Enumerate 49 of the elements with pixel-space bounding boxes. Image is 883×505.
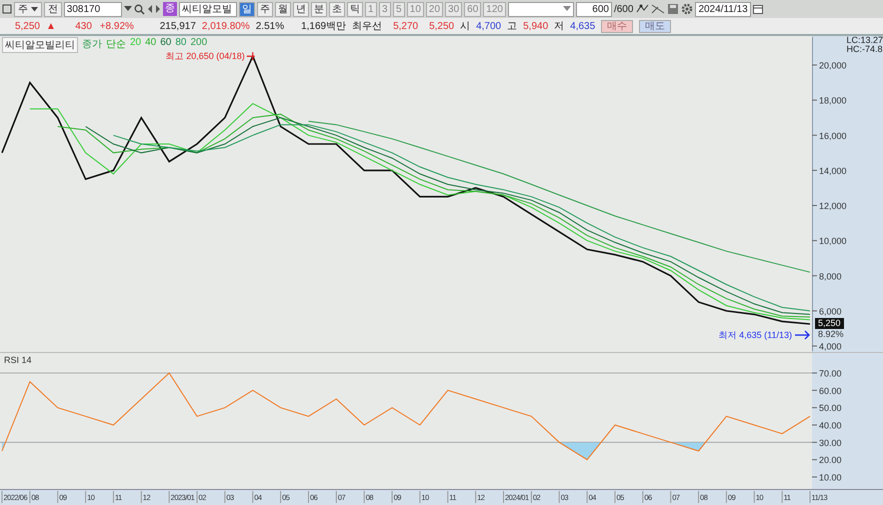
axis-label: 20.00: [819, 455, 842, 466]
percent-tag: 8.92%: [818, 329, 844, 340]
axis-label: 16,000: [819, 130, 847, 141]
axis-label: 18,000: [819, 96, 847, 106]
axis-label: 4,000: [819, 342, 842, 352]
legend-stock-name: 씨티알모빌리티: [2, 37, 78, 53]
price-tag: 5,250: [815, 318, 844, 330]
volume-percent: 2,019.80%: [202, 20, 250, 32]
ask-price: 5,270: [392, 20, 418, 32]
amount-value: 1,169백만: [300, 20, 346, 33]
axis-label: 8,000: [819, 271, 842, 282]
high-annotation: 최고 20,650 (04/18): [166, 51, 245, 62]
change-percent: +8.92%: [98, 20, 134, 32]
axis-label: 6,000: [819, 306, 842, 316]
legend-ma-period: 80: [175, 37, 186, 50]
legend-ma-label: 단순: [106, 38, 126, 52]
change-value: 430: [74, 20, 92, 32]
axis-label: 50.00: [819, 403, 842, 414]
axis-label: 40.00: [819, 420, 842, 430]
legend-ma-period: 60: [160, 37, 172, 50]
high-price: 5,940: [523, 20, 548, 32]
axis-label: 14,000: [819, 166, 847, 176]
open-label: 시: [460, 20, 470, 33]
best-price-label: 최우선: [352, 20, 382, 33]
volume-value: 215,917: [158, 20, 196, 32]
legend-ma-period: 200: [190, 37, 208, 50]
lc-value: LC:13.27: [846, 36, 883, 45]
low-label: 저: [554, 20, 564, 33]
low-annotation: 최저 4,635 (11/13): [718, 330, 792, 340]
rsi-label: RSI 14: [4, 355, 32, 365]
high-label: 고: [507, 20, 518, 33]
low-price: 4,635: [570, 20, 596, 32]
turnover-value: 2.51%: [256, 20, 284, 32]
up-arrow: ▲: [46, 20, 56, 32]
bid-price: 5,250: [428, 20, 454, 32]
legend-ma-period: 20: [130, 37, 142, 50]
axis-label: 12,000: [819, 201, 847, 211]
legend-series-name: 종가: [82, 38, 102, 52]
axis-label: 20,000: [819, 60, 847, 70]
axis-label: 10,000: [819, 236, 847, 246]
hc-value: HC:-74.8: [846, 45, 883, 54]
axis-label: 30.00: [819, 438, 842, 448]
open-price: 4,700: [476, 20, 502, 32]
count-max: /600: [614, 4, 634, 14]
axis-label: 60.00: [819, 386, 842, 396]
axis-label: 70.00: [819, 368, 842, 378]
axis-label: 10.00: [819, 472, 842, 482]
price-value: 5,250: [14, 20, 40, 32]
legend-ma-period: 40: [145, 37, 156, 50]
